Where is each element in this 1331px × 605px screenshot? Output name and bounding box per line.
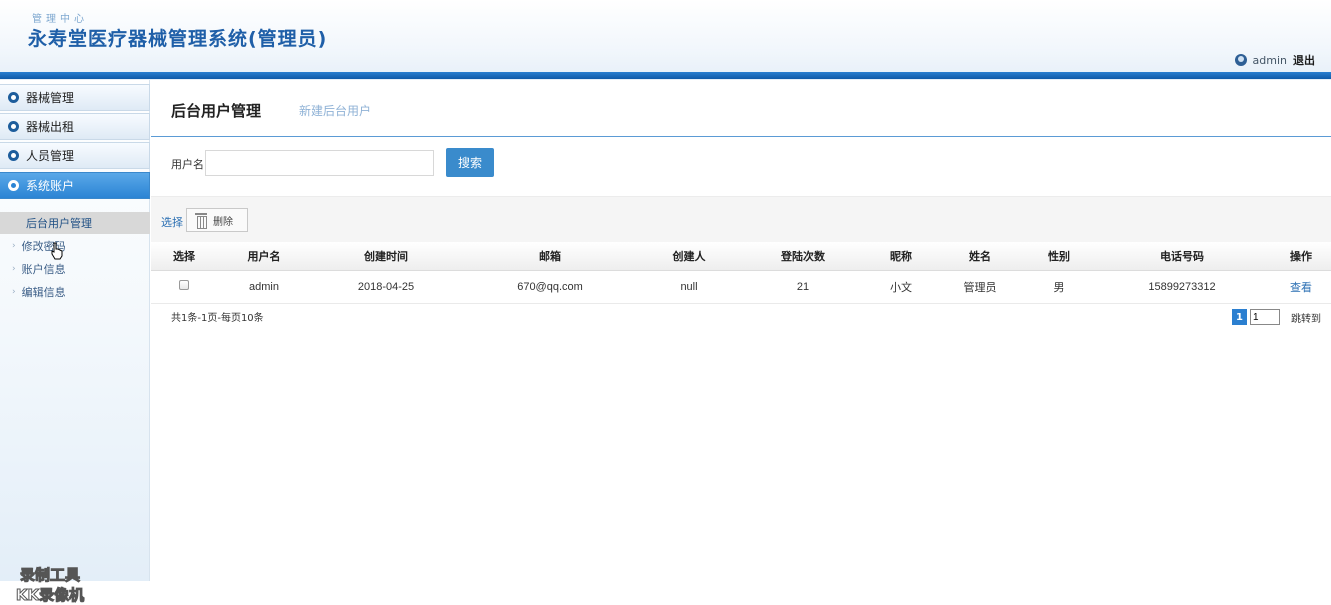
tab-admin-users[interactable]: 后台用户管理 xyxy=(171,100,261,121)
cell-username: admin xyxy=(217,270,311,304)
trash-icon xyxy=(195,213,207,229)
chevron-right-icon: › xyxy=(12,287,16,297)
header-subtitle: 管理中心 xyxy=(32,14,88,25)
sidebar-menu-equipment[interactable]: 器械管理 xyxy=(0,84,150,111)
user-box: admin 退出 xyxy=(1234,52,1315,68)
cell-created: 2018-04-25 xyxy=(311,270,461,304)
circle-arrow-icon xyxy=(8,180,19,191)
column-header: 创建人 xyxy=(639,242,739,271)
cell-email: 670@qq.com xyxy=(461,270,639,304)
pager: 1 跳转到 xyxy=(1232,309,1321,325)
watermark-line-1: 录制工具 xyxy=(19,566,80,585)
sidebar-menu-label: 器械出租 xyxy=(26,120,75,134)
pagination-info: 共1条-1页-每页10条 xyxy=(171,313,264,324)
column-header: 邮箱 xyxy=(461,242,639,271)
app-title: 永寿堂医疗器械管理系统(管理员) xyxy=(28,28,328,50)
cell-phone: 15899273312 xyxy=(1093,270,1271,304)
sidebar-subitem-admin-users[interactable]: 后台用户管理 xyxy=(0,212,150,234)
user-icon xyxy=(1234,54,1247,66)
sidebar-subitem-change-password[interactable]: › 修改密码 xyxy=(0,235,150,257)
sidebar-subitem-account-info[interactable]: › 账户信息 xyxy=(0,258,150,280)
column-header: 姓名 xyxy=(935,242,1025,271)
sidebar-menu-system-account[interactable]: 系统账户 xyxy=(0,172,150,199)
chevron-right-icon: › xyxy=(12,264,16,274)
view-link[interactable]: 查看 xyxy=(1290,281,1312,294)
search-username-input[interactable] xyxy=(205,150,434,176)
cell-creator: null xyxy=(639,270,739,304)
sidebar-subitem-label: 编辑信息 xyxy=(21,286,66,299)
table-row: admin 2018-04-25 670@qq.com null 21 小文 管… xyxy=(151,270,1331,304)
page-jump-input[interactable] xyxy=(1250,309,1280,325)
watermark-line-2: KK录像机 xyxy=(15,586,85,605)
select-all-link[interactable]: 选择 xyxy=(161,214,183,230)
admin-users-table: 选择 用户名 创建时间 邮箱 创建人 登陆次数 昵称 姓名 性别 电话号码 操作… xyxy=(151,242,1331,304)
current-username: admin xyxy=(1252,53,1287,67)
sidebar-menu-label: 器械管理 xyxy=(26,91,75,105)
sidebar-subitem-label: 后台用户管理 xyxy=(26,217,92,230)
sidebar-menu-label: 人员管理 xyxy=(26,149,75,163)
sidebar-menu-rental[interactable]: 器械出租 xyxy=(0,113,150,140)
pagination-bar: 共1条-1页-每页10条 1 跳转到 xyxy=(151,307,1331,329)
sidebar-menu-label: 系统账户 xyxy=(26,179,75,193)
main-content: 后台用户管理 新建后台用户 用户名 搜索 选择 删除 选择 用户名 创建时间 邮… xyxy=(151,80,1331,581)
circle-arrow-icon xyxy=(8,121,19,132)
recorder-watermark: 录制工具 KK录像机 xyxy=(0,565,100,605)
delete-button[interactable]: 删除 xyxy=(186,208,248,232)
column-header: 登陆次数 xyxy=(739,242,867,271)
search-button[interactable]: 搜索 xyxy=(446,148,494,177)
sidebar-subitem-label: 账户信息 xyxy=(21,263,66,276)
jump-to-button[interactable]: 跳转到 xyxy=(1291,310,1321,325)
row-select-cell xyxy=(151,270,217,304)
hand-cursor-icon xyxy=(51,242,63,260)
logout-link[interactable]: 退出 xyxy=(1293,52,1315,68)
search-bar: 用户名 搜索 xyxy=(151,138,1331,196)
circle-arrow-icon xyxy=(8,150,19,161)
sidebar-menu-personnel[interactable]: 人员管理 xyxy=(0,142,150,169)
column-header: 操作 xyxy=(1271,242,1331,271)
table-header-row: 选择 用户名 创建时间 邮箱 创建人 登陆次数 昵称 姓名 性别 电话号码 操作 xyxy=(151,242,1331,271)
cell-gender: 男 xyxy=(1025,270,1093,304)
tab-bar: 后台用户管理 新建后台用户 xyxy=(151,80,1331,137)
cell-action: 查看 xyxy=(1271,270,1331,304)
column-header: 用户名 xyxy=(217,242,311,271)
app-header: 管理中心 永寿堂医疗器械管理系统(管理员) admin 退出 xyxy=(0,0,1331,80)
circle-arrow-icon xyxy=(8,92,19,103)
sidebar-subitem-edit-info[interactable]: › 编辑信息 xyxy=(0,281,150,303)
tab-new-admin-user[interactable]: 新建后台用户 xyxy=(299,102,371,119)
column-header: 创建时间 xyxy=(311,242,461,271)
column-header: 选择 xyxy=(151,242,217,271)
search-username-label: 用户名 xyxy=(171,158,204,171)
column-header: 性别 xyxy=(1025,242,1093,271)
sidebar: 器械管理 器械出租 人员管理 系统账户 后台用户管理 › 修改密码 › 账户信息… xyxy=(0,80,150,605)
delete-button-label: 删除 xyxy=(213,216,233,228)
cell-nickname: 小文 xyxy=(867,270,935,304)
table-toolbar: 选择 删除 xyxy=(151,196,1331,242)
cell-logins: 21 xyxy=(739,270,867,304)
row-checkbox[interactable] xyxy=(179,280,189,290)
current-page-button[interactable]: 1 xyxy=(1232,309,1247,325)
column-header: 电话号码 xyxy=(1093,242,1271,271)
column-header: 昵称 xyxy=(867,242,935,271)
chevron-right-icon: › xyxy=(12,241,16,251)
header-divider-bar xyxy=(0,72,1331,79)
cell-name: 管理员 xyxy=(935,270,1025,304)
